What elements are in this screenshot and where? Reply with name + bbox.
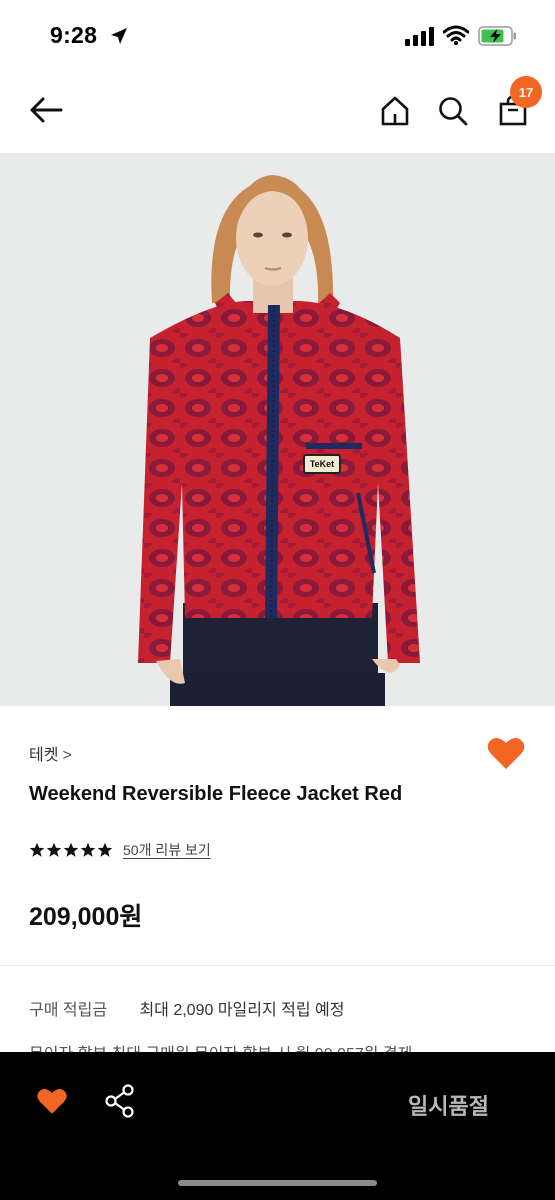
price: 209,000원 [29,903,143,931]
home-icon [381,96,409,126]
soldout-button[interactable]: 일시품절 [408,1089,489,1121]
chevron-right-icon: > [62,747,72,764]
product-photo [0,153,555,706]
battery-charging-icon [478,26,518,51]
bottom-action-bar: 일시품절 [0,1052,555,1200]
star-icon [97,842,113,857]
location-arrow-icon [109,26,129,51]
back-button[interactable] [26,92,66,128]
cart-count-badge: 17 [510,76,542,108]
star-icon [29,842,45,857]
product-title: Weekend Reversible Fleece Jacket Red [29,783,403,805]
search-button[interactable] [434,92,472,130]
divider [0,965,555,966]
home-button[interactable] [376,92,414,130]
star-icon [80,842,96,857]
points-value: 최대 2,090 마일리지 적립 예정 [139,1002,345,1019]
brand-link[interactable]: 테켓 > [29,741,72,765]
heart-icon [487,737,525,769]
nav-bar [0,72,555,152]
rating-row: 50개 리뷰 보기 [29,840,211,860]
installment-row: 무이자 할부 최대 구매원 무이자 할부 시 월 99,057원 결제 [29,1040,412,1052]
wishlist-toggle-button[interactable] [36,1086,68,1121]
patch-label: TeKet [309,459,335,469]
status-bar: 9:28 [0,0,555,72]
wifi-icon [442,25,470,50]
back-arrow-icon [30,97,63,123]
points-row: 구매 적립금 최대 2,090 마일리지 적립 예정 [29,996,344,1020]
product-image[interactable]: TeKet [0,153,555,706]
star-icon [46,842,62,857]
home-indicator [178,1180,377,1186]
signal-icon [405,26,435,51]
heart-icon [37,1088,67,1114]
points-label: 구매 적립금 [29,1002,108,1019]
share-icon [105,1084,134,1118]
star-icon [63,842,79,857]
rating-stars [29,842,113,858]
share-button[interactable] [104,1084,136,1123]
review-link[interactable]: 50개 리뷰 보기 [123,840,211,860]
search-icon [439,97,468,126]
brand-name: 테켓 [29,747,59,764]
status-time: 9:28 [50,22,98,48]
wishlist-button[interactable] [486,735,526,776]
